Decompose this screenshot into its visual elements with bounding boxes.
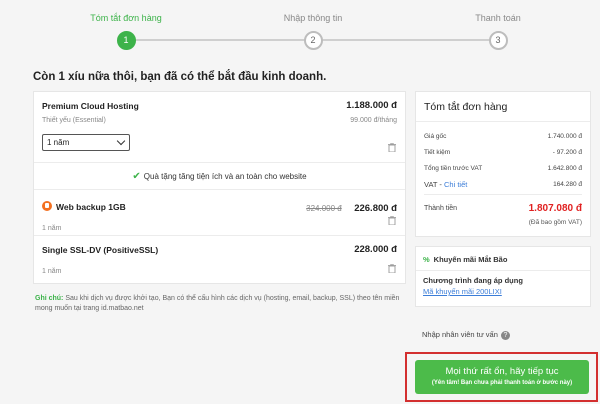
item-unit-price: 99.000 đ/tháng xyxy=(350,117,397,124)
item-title: Single SSL-DV (PositiveSSL) xyxy=(42,244,159,255)
item-price: 1.188.000 đ xyxy=(346,100,397,111)
checkout-stepper: Tóm tắt đơn hàng 1 Nhập thông tin 2 Than… xyxy=(0,0,600,60)
step-3: Thanh toán 3 xyxy=(438,0,558,50)
step-label: Tóm tắt đơn hàng xyxy=(90,13,162,23)
summary-row: Tiết kiệm - 97.200 đ xyxy=(424,144,582,160)
trash-icon[interactable] xyxy=(388,264,396,273)
item-price: 226.800 đ xyxy=(354,203,397,214)
cart-item-backup: Web backup 1GB 324.000 đ 226.800 đ 1 năm xyxy=(34,190,405,236)
promo-header: % Khuyến mãi Mắt Bão xyxy=(416,247,590,271)
summary-total: Thành tiền 1.807.080 đ xyxy=(424,203,582,214)
summary-row-value: 1.740.000 đ xyxy=(547,132,582,140)
trash-icon[interactable] xyxy=(388,216,396,225)
note-label: Ghi chú: xyxy=(35,295,64,302)
summary-row-vat: VAT - Chi tiết 164.280 đ xyxy=(424,176,582,192)
item-title-text: Web backup 1GB xyxy=(56,201,126,212)
summary-row-value: 1.642.800 đ xyxy=(547,164,582,172)
step-label: Thanh toán xyxy=(475,13,521,23)
help-icon[interactable]: ? xyxy=(500,330,510,340)
total-label: Thành tiền xyxy=(424,205,458,212)
continue-button[interactable]: Mọi thứ rất ổn, hãy tiếp tục (Yên tâm! B… xyxy=(415,360,589,394)
vat-label: VAT - xyxy=(424,179,445,189)
step-1: Tóm tắt đơn hàng 1 xyxy=(66,0,186,50)
cart-item-hosting: Premium Cloud Hosting 1.188.000 đ Thiết … xyxy=(34,92,405,163)
vat-detail-link[interactable]: Chi tiết xyxy=(444,180,467,189)
item-old-price: 324.000 đ xyxy=(306,204,342,213)
item-price: 228.000 đ xyxy=(354,244,397,255)
cart-panel: Premium Cloud Hosting 1.188.000 đ Thiết … xyxy=(33,91,406,284)
step-number: 1 xyxy=(116,31,136,50)
summary-title: Tóm tắt đơn hàng xyxy=(416,92,590,122)
promo-code-link[interactable]: Mã khuyến mãi 200LIXI xyxy=(423,287,583,296)
promo-title: Chương trình đang áp dụng xyxy=(423,276,523,285)
item-term: 1 năm xyxy=(42,225,62,232)
term-select-value: 1 năm xyxy=(47,138,70,147)
item-term: 1 năm xyxy=(42,268,62,275)
total-note: (Đã bao gồm VAT) xyxy=(528,219,582,226)
summary-row-value: - 97.200 đ xyxy=(552,148,582,156)
step-2: Nhập thông tin 2 xyxy=(253,0,373,50)
gift-banner: ✔ Quà tặng tăng tiện ích và an toàn cho w… xyxy=(34,163,405,190)
item-plan: Thiết yếu (Essential) xyxy=(42,117,106,124)
trash-icon[interactable] xyxy=(388,143,396,152)
summary-row-label: Tổng tiền trước VAT xyxy=(424,164,483,172)
item-title: Web backup 1GB xyxy=(42,201,126,213)
summary-row: Tổng tiền trước VAT 1.642.800 đ xyxy=(424,160,582,176)
backup-icon xyxy=(42,201,52,212)
cart-item-ssl: Single SSL-DV (PositiveSSL) 228.000 đ 1 … xyxy=(34,236,405,283)
summary-row-label: Giá gốc xyxy=(424,132,447,140)
promo-panel: % Khuyến mãi Mắt Bão Chương trình đang áp… xyxy=(415,246,591,307)
order-summary: Tóm tắt đơn hàng Giá gốc 1.740.000 đ Tiế… xyxy=(415,91,591,237)
note-body: Sau khi dịch vụ được khởi tạo, Bạn có th… xyxy=(35,295,400,312)
check-icon: ✔ xyxy=(132,171,141,182)
total-value: 1.807.080 đ xyxy=(528,203,582,214)
promo-header-text: Khuyến mãi Mắt Bão xyxy=(433,255,508,264)
step-number: 3 xyxy=(488,31,508,50)
page-headline: Còn 1 xíu nữa thôi, bạn đã có thể bắt đầ… xyxy=(33,71,327,83)
staff-label[interactable]: Nhập nhân viên tư vấn xyxy=(422,330,498,339)
item-title: Premium Cloud Hosting xyxy=(42,100,139,111)
percent-icon: % xyxy=(423,255,430,264)
chevron-down-icon xyxy=(116,136,126,146)
gift-text: Quà tặng tăng tiện ích và an toàn cho we… xyxy=(143,172,307,181)
continue-button-sublabel: (Yên tâm! Bạn chưa phải thanh toán ở bướ… xyxy=(431,380,573,386)
term-select[interactable]: 1 năm xyxy=(42,134,130,151)
continue-button-label: Mọi thứ rất ổn, hãy tiếp tục xyxy=(445,366,559,377)
step-number: 2 xyxy=(303,31,323,50)
summary-row-label: Tiết kiệm xyxy=(424,148,451,156)
note-text: Ghi chú: Sau khi dịch vụ được khởi tạo, … xyxy=(35,294,405,314)
cta-highlight-frame: Mọi thứ rất ổn, hãy tiếp tục (Yên tâm! B… xyxy=(405,352,598,402)
step-label: Nhập thông tin xyxy=(283,13,343,23)
summary-row: Giá gốc 1.740.000 đ xyxy=(424,128,582,144)
staff-referral[interactable]: Nhập nhân viên tư vấn? xyxy=(422,330,510,340)
vat-value: 164.280 đ xyxy=(553,180,582,188)
